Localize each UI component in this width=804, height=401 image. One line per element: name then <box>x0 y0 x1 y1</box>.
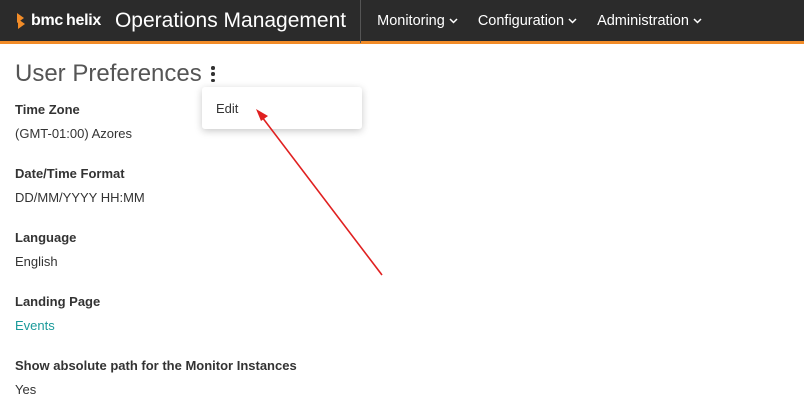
field-label: Time Zone <box>15 102 80 117</box>
top-navigation-bar: bmc helix Operations Management Monitori… <box>0 0 804 44</box>
nav-administration-label: Administration <box>597 12 689 29</box>
actions-dropdown-menu: Edit <box>202 87 362 129</box>
bmc-logo-icon <box>17 12 25 29</box>
field-value: Yes <box>15 382 37 397</box>
field-label: Show absolute path for the Monitor Insta… <box>15 358 297 373</box>
chevron-down-icon <box>568 17 577 24</box>
field-language: Language English <box>15 230 76 269</box>
field-label: Language <box>15 230 77 245</box>
field-time-zone: Time Zone (GMT-01:00) Azores <box>15 102 132 141</box>
more-actions-icon[interactable] <box>209 65 217 83</box>
app-title: Operations Management <box>114 8 347 32</box>
brand[interactable]: bmc helix Operations Management <box>0 0 346 43</box>
nav-configuration-label: Configuration <box>477 12 565 29</box>
nav-configuration[interactable]: Configuration <box>478 13 577 29</box>
page-header: User Preferences <box>15 60 217 88</box>
field-date-time-format: Date/Time Format DD/MM/YYYY HH:MM <box>15 166 145 205</box>
chevron-down-icon <box>449 17 458 24</box>
field-value: (GMT-01:00) Azores <box>15 126 133 141</box>
nav-monitoring[interactable]: Monitoring <box>377 13 458 29</box>
bmc-helix-logo: bmc helix <box>14 12 101 30</box>
page-title: User Preferences <box>15 60 202 87</box>
nav-monitoring-label: Monitoring <box>377 12 445 29</box>
field-label: Date/Time Format <box>15 166 125 181</box>
menu-item-edit[interactable]: Edit <box>216 101 238 116</box>
main-nav: Monitoring Configuration Administration <box>377 0 722 43</box>
logo-text-bmc: bmc <box>31 11 63 29</box>
header-divider <box>360 0 362 43</box>
field-label: Landing Page <box>15 294 101 309</box>
field-landing-page: Landing Page Events <box>15 294 100 333</box>
landing-page-link[interactable]: Events <box>15 318 100 333</box>
logo-text-helix: helix <box>66 11 101 29</box>
field-value: English <box>15 254 58 269</box>
nav-administration[interactable]: Administration <box>597 13 702 29</box>
chevron-down-icon <box>693 17 702 24</box>
field-show-absolute-path: Show absolute path for the Monitor Insta… <box>15 358 297 397</box>
field-value: DD/MM/YYYY HH:MM <box>15 190 145 205</box>
